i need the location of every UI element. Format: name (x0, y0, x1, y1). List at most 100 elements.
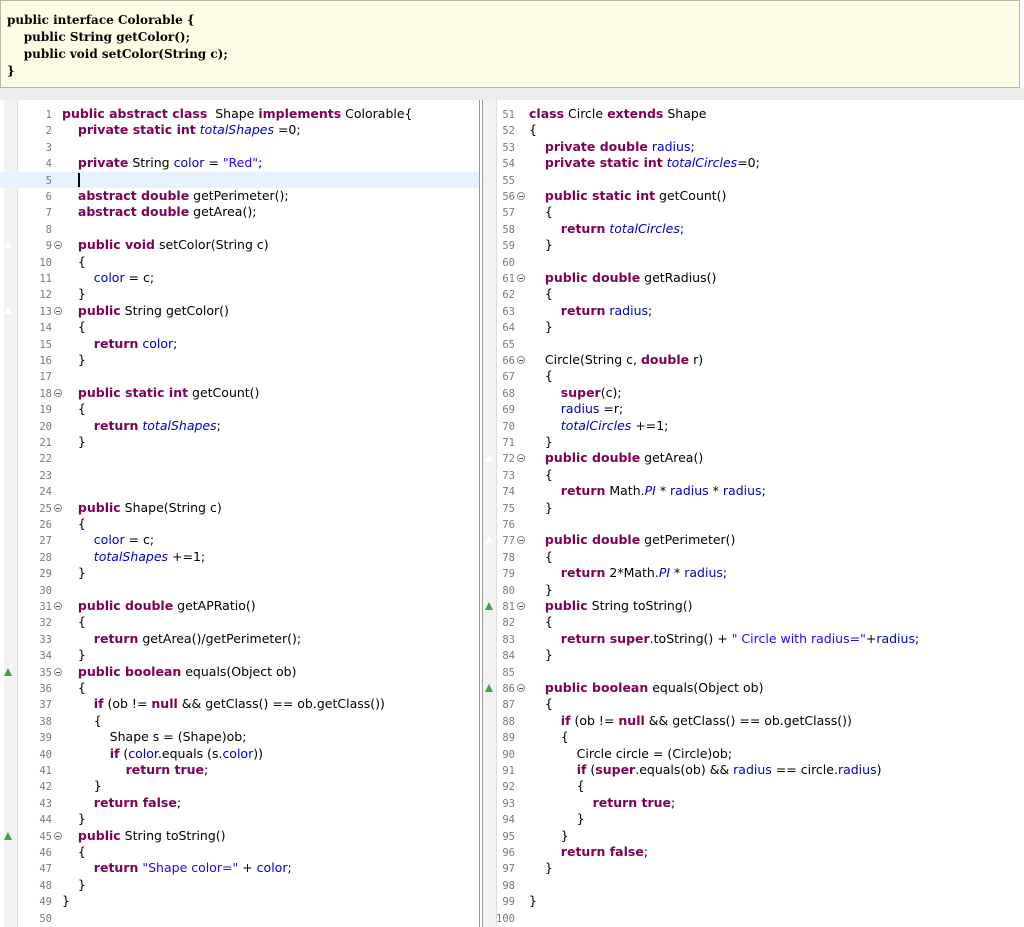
code-text[interactable]: } (529, 237, 553, 253)
shape-editor[interactable]: 1public abstract class Shape implements … (0, 100, 480, 927)
code-row[interactable]: 30 (0, 582, 479, 598)
code-row[interactable]: 41 return true; (0, 762, 479, 778)
code-text[interactable]: public String toString() (62, 828, 226, 844)
code-row[interactable]: 49} (0, 893, 479, 909)
code-row[interactable]: 8 (0, 221, 479, 237)
code-row[interactable]: 29 } (0, 565, 479, 581)
code-row[interactable]: 62 { (483, 286, 1024, 302)
code-row[interactable]: 91 if (super.equals(ob) && radius == cir… (483, 762, 1024, 778)
code-text[interactable]: public double getPerimeter() (529, 532, 735, 548)
code-text[interactable]: abstract double getArea(); (62, 204, 256, 220)
code-row[interactable]: 60 (483, 254, 1024, 270)
fold-toggle-icon[interactable] (517, 274, 525, 282)
code-text[interactable]: public abstract class Shape implements C… (62, 106, 413, 122)
code-row[interactable]: 73 { (483, 467, 1024, 483)
code-row[interactable]: 70 totalCircles +=1; (483, 418, 1024, 434)
code-text[interactable]: } (62, 778, 102, 794)
code-text[interactable]: } (62, 434, 86, 450)
code-text[interactable]: } (62, 647, 86, 663)
code-text[interactable]: { (529, 549, 553, 565)
code-row[interactable]: 3 (0, 139, 479, 155)
code-text[interactable]: return radius; (529, 303, 652, 319)
code-text[interactable]: return "Shape color=" + color; (62, 860, 292, 876)
code-text[interactable]: { (62, 680, 86, 696)
fold-toggle-icon[interactable] (54, 307, 62, 315)
code-row[interactable]: 35 public boolean equals(Object ob) (0, 664, 479, 680)
fold-toggle-icon[interactable] (54, 602, 62, 610)
code-row[interactable]: 14 { (0, 319, 479, 335)
code-row[interactable]: 6 abstract double getPerimeter(); (0, 188, 479, 204)
code-row[interactable]: 58 return totalCircles; (483, 221, 1024, 237)
code-row[interactable]: 23 (0, 467, 479, 483)
code-row[interactable]: 100 (483, 910, 1024, 926)
code-row[interactable]: 80 } (483, 582, 1024, 598)
code-text[interactable]: { (529, 614, 553, 630)
override-marker-icon[interactable] (4, 241, 12, 248)
code-text[interactable]: } (62, 286, 86, 302)
code-row[interactable]: 28 totalShapes +=1; (0, 549, 479, 565)
interface-code-panel[interactable]: public interface Colorable { public Stri… (0, 0, 1020, 88)
code-row[interactable]: 34 } (0, 647, 479, 663)
code-row[interactable]: 55 (483, 172, 1024, 188)
fold-toggle-icon[interactable] (54, 389, 62, 397)
code-row[interactable]: 68 super(c); (483, 385, 1024, 401)
code-row[interactable]: 72 public double getArea() (483, 450, 1024, 466)
code-text[interactable]: public static int getCount() (529, 188, 726, 204)
code-text[interactable]: public String toString() (529, 598, 693, 614)
code-text[interactable]: super(c); (529, 385, 622, 401)
code-text[interactable]: { (529, 729, 569, 745)
code-text[interactable]: return false; (62, 795, 181, 811)
code-row[interactable]: 21 } (0, 434, 479, 450)
code-row[interactable]: 66 Circle(String c, double r) (483, 352, 1024, 368)
code-row[interactable]: 87 { (483, 696, 1024, 712)
circle-editor[interactable]: 51class Circle extends Shape52{53 privat… (482, 100, 1024, 927)
code-row[interactable]: 50 (0, 910, 479, 926)
code-row[interactable]: 69 radius =r; (483, 401, 1024, 417)
code-text[interactable]: } (529, 500, 553, 516)
code-text[interactable]: return 2*Math.PI * radius; (529, 565, 727, 581)
code-text[interactable]: { (529, 696, 553, 712)
code-text[interactable]: public String getColor() (62, 303, 229, 319)
fold-toggle-icon[interactable] (517, 602, 525, 610)
code-text[interactable]: radius =r; (529, 401, 623, 417)
code-text[interactable]: Circle circle = (Circle)ob; (529, 746, 732, 762)
code-text[interactable]: { (529, 204, 553, 220)
code-text[interactable]: } (529, 828, 569, 844)
code-row[interactable]: 74 return Math.PI * radius * radius; (483, 483, 1024, 499)
code-text[interactable]: public double getRadius() (529, 270, 716, 286)
code-text[interactable]: return Math.PI * radius * radius; (529, 483, 766, 499)
code-text[interactable]: Shape s = (Shape)ob; (62, 729, 246, 745)
code-row[interactable]: 12 } (0, 286, 479, 302)
code-text[interactable]: public static int getCount() (62, 385, 259, 401)
code-row[interactable]: 19 { (0, 401, 479, 417)
code-text[interactable]: totalShapes +=1; (62, 549, 205, 565)
code-row[interactable]: 13 public String getColor() (0, 303, 479, 319)
code-row[interactable]: 11 color = c; (0, 270, 479, 286)
code-row[interactable]: 54 private static int totalCircles=0; (483, 155, 1024, 171)
code-row[interactable]: 5 (0, 172, 479, 188)
code-text[interactable]: private double radius; (529, 139, 695, 155)
code-text[interactable]: if (color.equals (s.color)) (62, 746, 263, 762)
code-row[interactable]: 27 color = c; (0, 532, 479, 548)
code-row[interactable]: 53 private double radius; (483, 139, 1024, 155)
code-text[interactable]: public double getArea() (529, 450, 703, 466)
code-row[interactable]: 51class Circle extends Shape (483, 106, 1024, 122)
code-row[interactable]: 59 } (483, 237, 1024, 253)
code-text[interactable]: } (62, 893, 70, 909)
code-text[interactable]: abstract double getPerimeter(); (62, 188, 289, 204)
fold-toggle-icon[interactable] (517, 684, 525, 692)
code-text[interactable]: } (529, 893, 537, 909)
code-text[interactable]: return totalCircles; (529, 221, 684, 237)
code-text[interactable]: } (62, 565, 86, 581)
code-row[interactable]: 71 } (483, 434, 1024, 450)
code-row[interactable]: 96 return false; (483, 844, 1024, 860)
code-text[interactable]: } (529, 860, 553, 876)
code-text[interactable]: { (62, 713, 102, 729)
code-text[interactable]: return totalShapes; (62, 418, 221, 434)
code-text[interactable]: return true; (62, 762, 208, 778)
code-row[interactable]: 92 { (483, 778, 1024, 794)
code-row[interactable]: 37 if (ob != null && getClass() == ob.ge… (0, 696, 479, 712)
code-row[interactable]: 45 public String toString() (0, 828, 479, 844)
code-text[interactable]: return getArea()/getPerimeter(); (62, 631, 301, 647)
code-text[interactable]: { (529, 778, 585, 794)
